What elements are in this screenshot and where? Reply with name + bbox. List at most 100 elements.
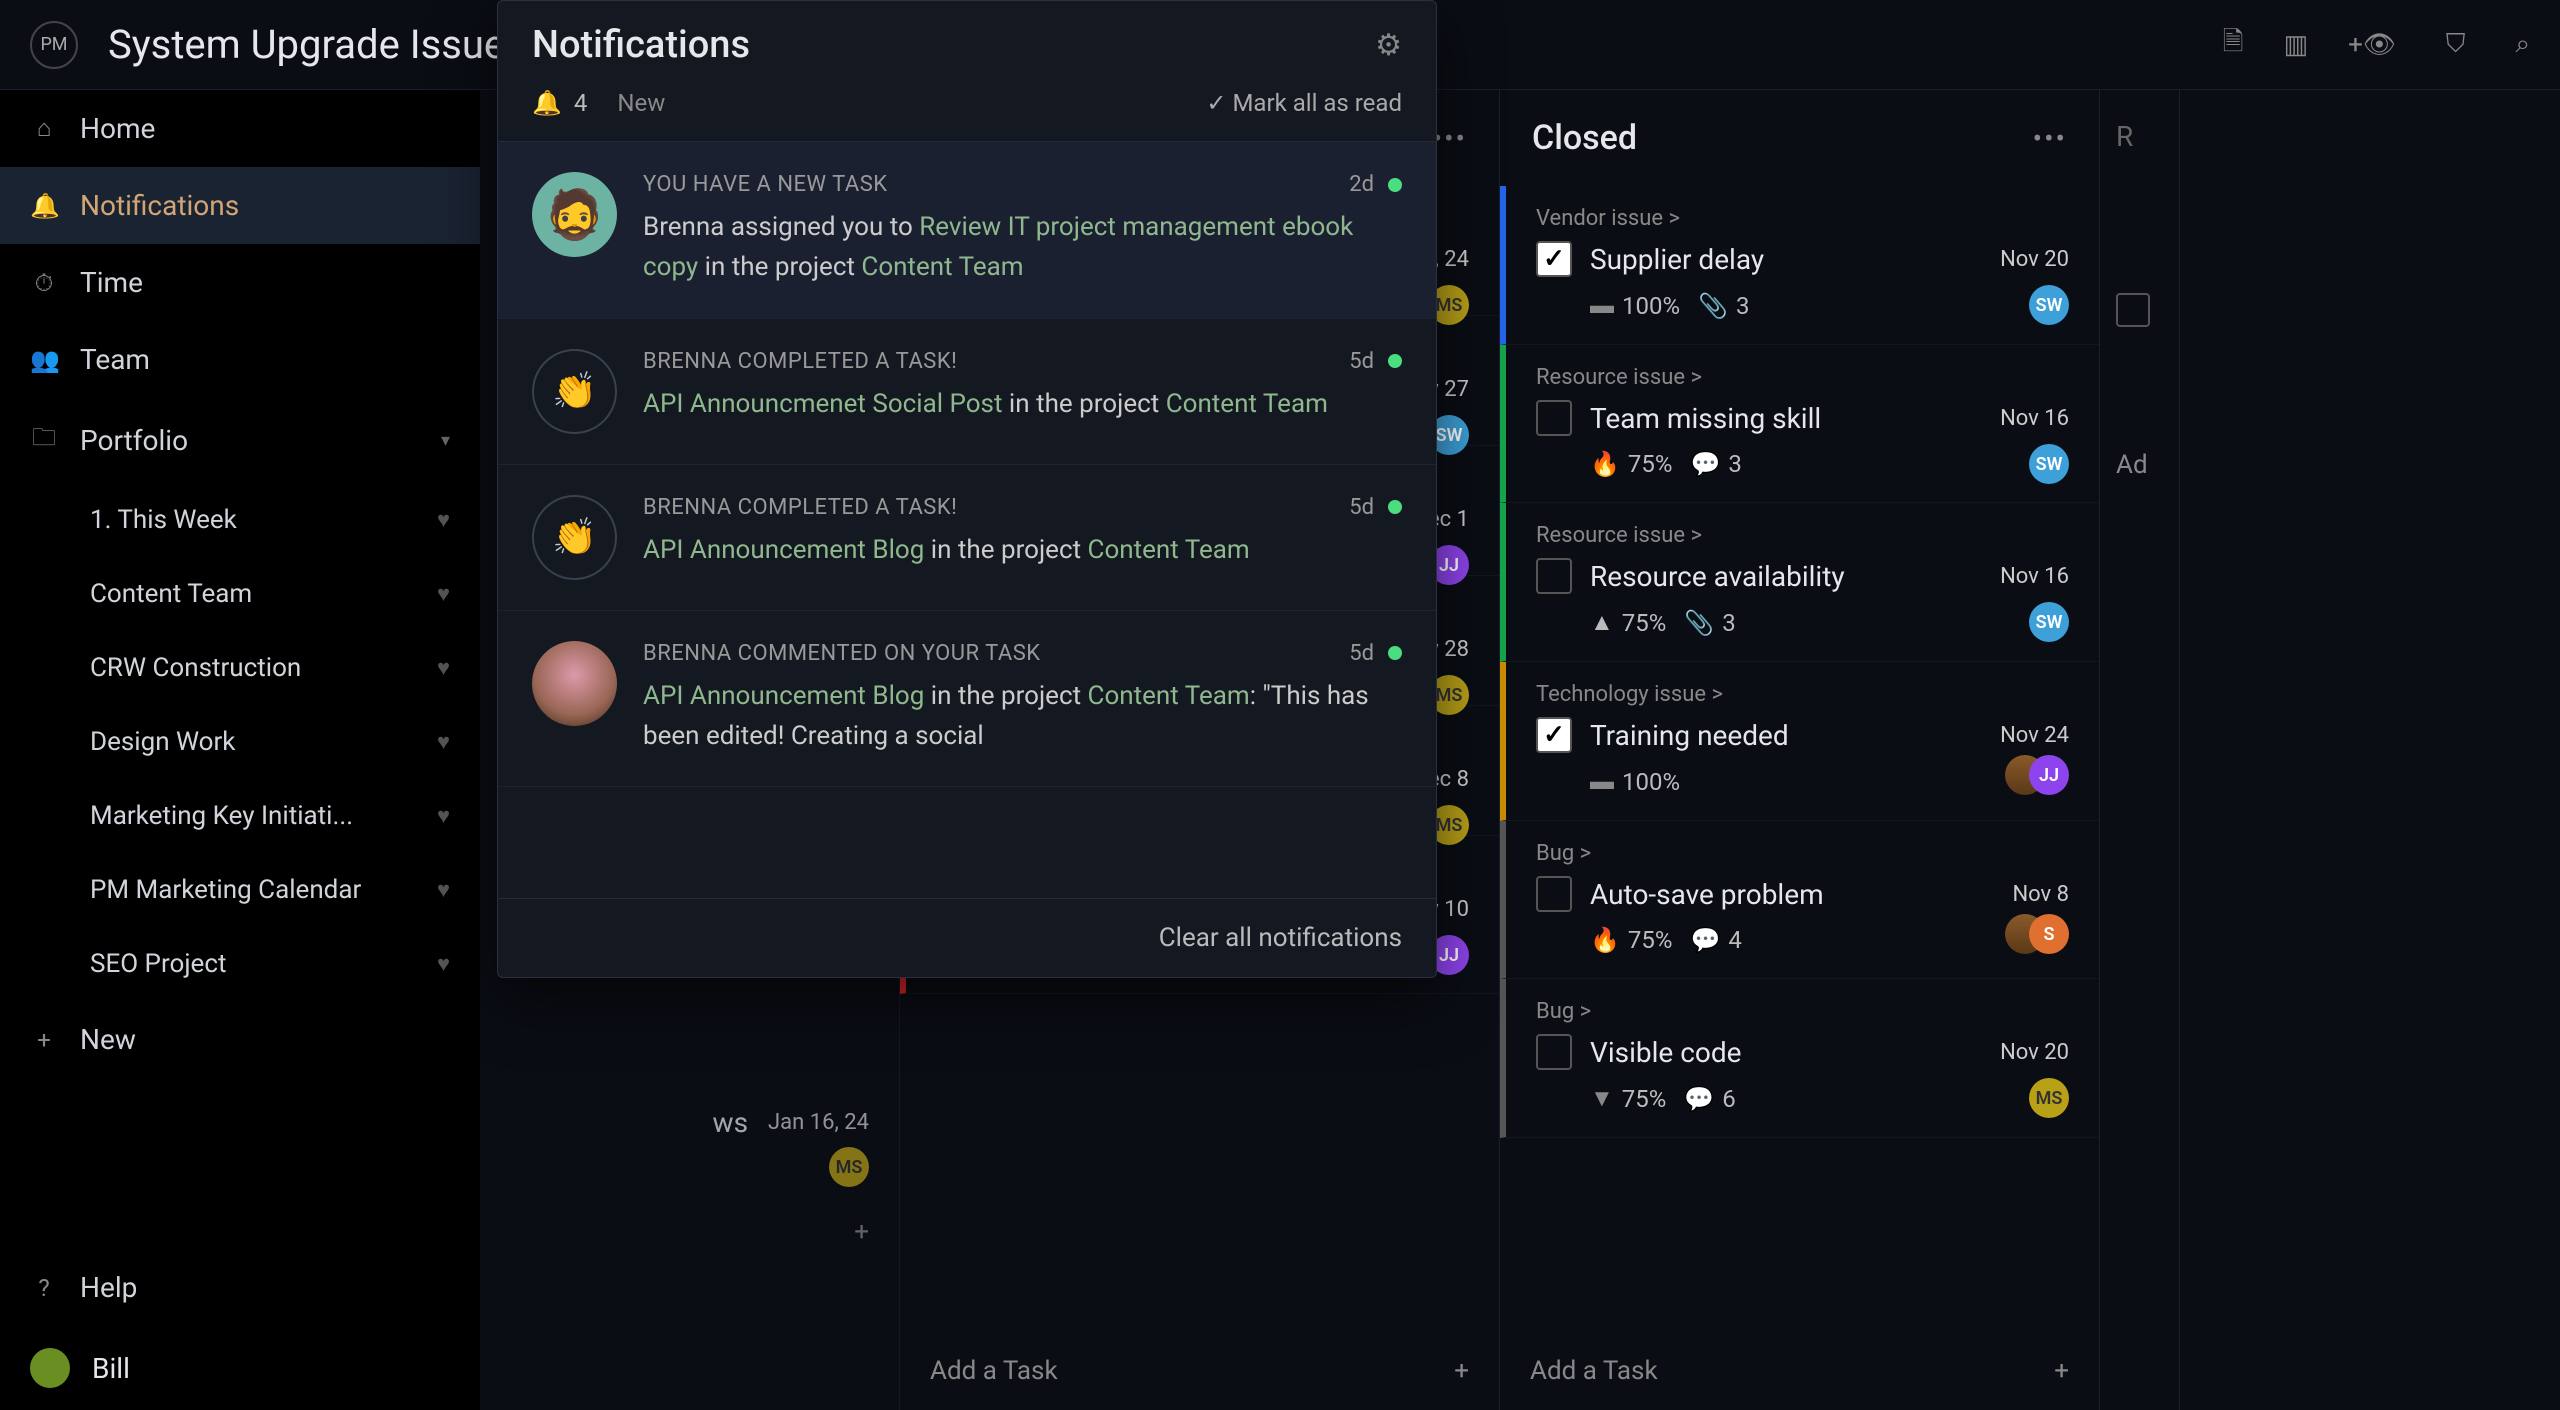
- sidebar-project-thisweek[interactable]: 1. This Week♥: [0, 483, 480, 557]
- sidebar-project-marketing[interactable]: Marketing Key Initiati...♥: [0, 779, 480, 853]
- clap-icon: 👏: [532, 349, 617, 434]
- checkbox[interactable]: [1536, 717, 1572, 753]
- stat: ▼ 75%: [1590, 1084, 1666, 1113]
- sidebar-item-time[interactable]: ⏱ Time: [0, 244, 480, 321]
- sidebar-item-label: Time: [80, 266, 143, 299]
- checkbox[interactable]: [1536, 1034, 1572, 1070]
- sidebar-item-portfolio[interactable]: 🗀 Portfolio ▾: [0, 398, 480, 483]
- heart-icon[interactable]: ♥: [437, 655, 450, 681]
- task-card[interactable]: Technology issue >Training neededNov 24▬…: [1500, 662, 2099, 821]
- sidebar-item-label: Portfolio: [80, 424, 188, 457]
- column-closed: Closed ••• Vendor issue >Supplier delayN…: [1500, 90, 2100, 1410]
- task-card[interactable]: Resource issue >Team missing skillNov 16…: [1500, 345, 2099, 503]
- plus-icon: +: [854, 1217, 869, 1247]
- add-task-button[interactable]: Add a Task +: [1500, 1332, 2099, 1410]
- notification-item[interactable]: 👏BRENNA COMPLETED A TASK!5dAPI Announcem…: [498, 465, 1436, 611]
- checkbox[interactable]: [2116, 293, 2150, 327]
- unread-dot-icon: [1388, 354, 1402, 368]
- user-avatar: [30, 1348, 70, 1388]
- notification-item[interactable]: 🧔YOU HAVE A NEW TASK2dBrenna assigned yo…: [498, 142, 1436, 319]
- notifications-panel: Notifications ⚙ 🔔 4 New ✓ Mark all as re…: [497, 0, 1437, 978]
- plus-icon: +: [2054, 1356, 2069, 1386]
- filter-icon[interactable]: ⛉: [2446, 29, 2466, 60]
- card-title: Team missing skill: [1590, 402, 1982, 435]
- checkbox[interactable]: [1536, 558, 1572, 594]
- avatar: SW: [2029, 444, 2069, 484]
- heart-icon[interactable]: ♥: [437, 951, 450, 977]
- stat: 💬 4: [1690, 926, 1741, 954]
- chevron-down-icon: ▾: [441, 430, 450, 451]
- card-title: Visible code: [1590, 1036, 1982, 1069]
- notification-text: API Announcement Blog in the project Con…: [643, 676, 1402, 757]
- task-card[interactable]: Bug >Visible codeNov 20▼ 75%💬 6MS: [1500, 979, 2099, 1138]
- avatar-photo: [532, 641, 617, 726]
- notification-type: BRENNA COMPLETED A TASK!: [643, 349, 957, 374]
- task-card[interactable]: Resource issue >Resource availabilityNov…: [1500, 503, 2099, 662]
- sidebar-project-design[interactable]: Design Work♥: [0, 705, 480, 779]
- notification-type: BRENNA COMMENTED ON YOUR TASK: [643, 641, 1041, 666]
- mark-all-read-button[interactable]: ✓ Mark all as read: [1206, 89, 1402, 117]
- search-icon[interactable]: ⌕: [2515, 29, 2530, 60]
- home-icon: ⌂: [30, 114, 58, 143]
- card-title: Supplier delay: [1590, 243, 1982, 276]
- card-date: Nov 24: [2000, 723, 2069, 748]
- checkbox[interactable]: [1536, 876, 1572, 912]
- task-card[interactable]: Vendor issue >Supplier delayNov 20▬ 100%…: [1500, 186, 2099, 345]
- notification-item[interactable]: BRENNA COMMENTED ON YOUR TASK5dAPI Annou…: [498, 611, 1436, 788]
- sidebar-item-home[interactable]: ⌂ Home: [0, 90, 480, 167]
- notification-text: Brenna assigned you to Review IT project…: [643, 207, 1402, 288]
- gear-icon[interactable]: ⚙: [1375, 28, 1402, 63]
- sidebar-help[interactable]: ? Help: [0, 1249, 480, 1326]
- sidebar-project-crw[interactable]: CRW Construction♥: [0, 631, 480, 705]
- clear-all-button[interactable]: Clear all notifications: [498, 898, 1436, 977]
- sidebar-user[interactable]: Bill: [0, 1326, 480, 1410]
- sidebar-item-notifications[interactable]: 🔔 Notifications: [0, 167, 480, 244]
- unread-dot-icon: [1388, 178, 1402, 192]
- add-task-button[interactable]: Add a Task +: [900, 1332, 1499, 1410]
- card-date: Nov 8: [2012, 882, 2069, 907]
- stat: 🔥 75%: [1590, 926, 1672, 954]
- stat: 💬 6: [1684, 1085, 1735, 1113]
- stat: 🔥 75%: [1590, 450, 1672, 478]
- sidebar-project-pmcal[interactable]: PM Marketing Calendar♥: [0, 853, 480, 927]
- card-date: Nov 20: [2000, 247, 2069, 272]
- task-card[interactable]: Bug >Auto-save problemNov 8🔥 75%💬 4S: [1500, 821, 2099, 979]
- card-breadcrumb: Resource issue >: [1536, 365, 2069, 390]
- card-date: Jan 16, 24: [768, 1110, 869, 1135]
- sidebar-new[interactable]: + New: [0, 1001, 480, 1078]
- heart-icon[interactable]: ♥: [437, 729, 450, 755]
- eye-icon[interactable]: 👁: [2363, 30, 2396, 60]
- avatar: SW: [2029, 285, 2069, 325]
- card-title-fragment: ws: [713, 1106, 749, 1139]
- doc-icon[interactable]: 🗎: [2223, 23, 2244, 67]
- checkbox[interactable]: [1536, 400, 1572, 436]
- checkbox[interactable]: [1536, 241, 1572, 277]
- notification-item[interactable]: 👏BRENNA COMPLETED A TASK!5dAPI Announcme…: [498, 319, 1436, 465]
- notifications-new-tab[interactable]: New: [617, 89, 665, 117]
- sidebar-project-content[interactable]: Content Team♥: [0, 557, 480, 631]
- column-menu-icon[interactable]: •••: [2033, 122, 2067, 155]
- heart-icon[interactable]: ♥: [437, 507, 450, 533]
- heart-icon[interactable]: ♥: [437, 581, 450, 607]
- stat: 💬 3: [1690, 450, 1741, 478]
- column-menu-icon[interactable]: •••: [1433, 122, 1467, 155]
- sidebar-project-seo[interactable]: SEO Project♥: [0, 927, 480, 1001]
- card-title: Auto-save problem: [1590, 878, 1994, 911]
- card-title: Resource availability: [1590, 560, 1982, 593]
- heart-icon[interactable]: ♥: [437, 803, 450, 829]
- avatar: MS: [829, 1147, 869, 1187]
- notification-time: 2d: [1349, 172, 1374, 197]
- app-logo[interactable]: PM: [30, 21, 78, 69]
- heart-icon[interactable]: ♥: [437, 877, 450, 903]
- add-task-button[interactable]: +: [480, 1193, 899, 1271]
- plus-icon[interactable]: +: [2348, 30, 2363, 60]
- panel-icon[interactable]: ▥: [2284, 30, 2309, 60]
- avatar: SW: [2029, 602, 2069, 642]
- sidebar-item-team[interactable]: 👥 Team: [0, 321, 480, 398]
- plus-icon: +: [30, 1026, 58, 1054]
- card-breadcrumb: Bug >: [1536, 999, 2069, 1024]
- plus-icon: +: [1454, 1356, 1469, 1386]
- sidebar: ⌂ Home 🔔 Notifications ⏱ Time 👥 Team 🗀 P…: [0, 90, 480, 1410]
- card-date: Nov 16: [2000, 564, 2069, 589]
- notification-type: BRENNA COMPLETED A TASK!: [643, 495, 957, 520]
